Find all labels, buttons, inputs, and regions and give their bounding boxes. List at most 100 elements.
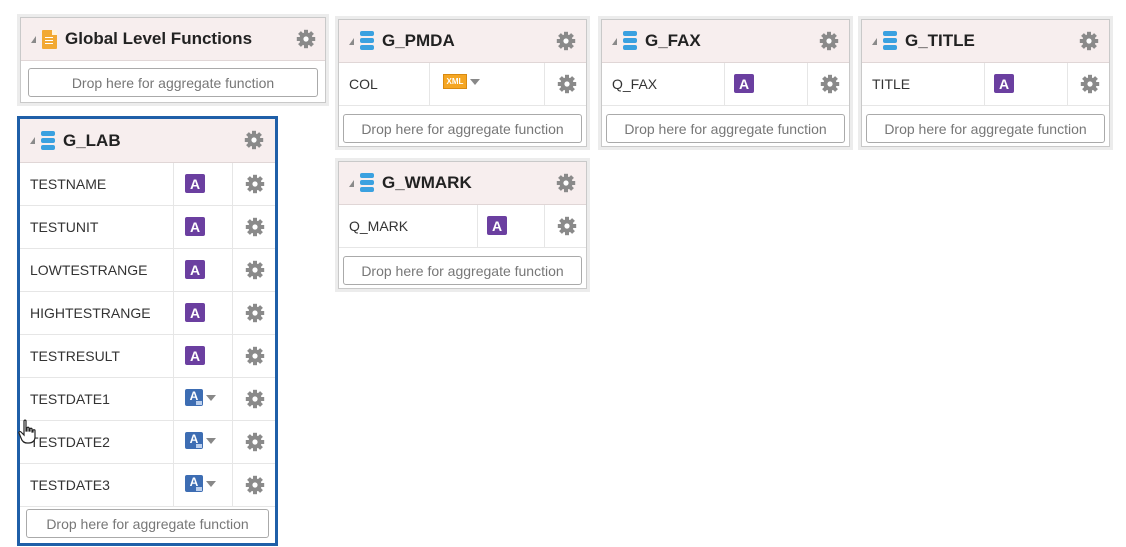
field-name: Q_FAX bbox=[612, 76, 658, 92]
global-level-functions-header[interactable]: Global Level Functions bbox=[21, 18, 325, 61]
gear-icon[interactable] bbox=[245, 174, 265, 194]
chevron-down-icon[interactable] bbox=[206, 394, 216, 401]
g-title-header[interactable]: G_TITLE bbox=[862, 20, 1109, 63]
g-pmda-group[interactable]: G_PMDA COL XML Drop here for aggregate fu… bbox=[338, 19, 587, 147]
field-type-slot[interactable]: A bbox=[185, 475, 216, 492]
chevron-down-icon[interactable] bbox=[470, 78, 480, 85]
field-type-slot[interactable]: A bbox=[185, 217, 205, 236]
field-row[interactable]: LOWTESTRANGE A bbox=[20, 249, 275, 292]
gear-icon[interactable] bbox=[819, 31, 839, 51]
field-row[interactable]: TESTDATE2 A bbox=[20, 421, 275, 464]
gear-icon[interactable] bbox=[245, 432, 265, 452]
g-wmark-group[interactable]: G_WMARK Q_MARK A Drop here for aggregate … bbox=[338, 161, 587, 289]
field-type-slot[interactable]: A bbox=[487, 216, 507, 235]
aggregate-drop-zone[interactable]: Drop here for aggregate function bbox=[866, 114, 1105, 143]
date-type-dropdown[interactable]: A bbox=[185, 432, 216, 449]
collapse-triangle-icon[interactable] bbox=[872, 37, 877, 45]
gear-icon[interactable] bbox=[245, 346, 265, 366]
collapse-triangle-icon[interactable] bbox=[349, 37, 354, 45]
attribute-type-icon: A bbox=[734, 74, 754, 93]
gear-icon[interactable] bbox=[1079, 31, 1099, 51]
gear-icon[interactable] bbox=[1080, 74, 1100, 94]
field-row[interactable]: TESTRESULT A bbox=[20, 335, 275, 378]
gear-icon[interactable] bbox=[245, 260, 265, 280]
field-row[interactable]: TITLE A bbox=[862, 63, 1109, 106]
g-pmda-header[interactable]: G_PMDA bbox=[339, 20, 586, 63]
column-divider bbox=[173, 249, 174, 291]
xml-type-dropdown[interactable]: XML bbox=[443, 74, 480, 89]
field-type-slot[interactable]: XML bbox=[443, 74, 480, 89]
field-name: TITLE bbox=[872, 76, 911, 92]
date-type-icon: A bbox=[185, 389, 203, 406]
field-name: COL bbox=[349, 76, 378, 92]
g-fax-header[interactable]: G_FAX bbox=[602, 20, 849, 63]
field-type-slot[interactable]: A bbox=[994, 74, 1014, 93]
field-type-slot[interactable]: A bbox=[185, 303, 205, 322]
field-row[interactable]: TESTUNIT A bbox=[20, 206, 275, 249]
group-title: G_PMDA bbox=[382, 31, 455, 50]
field-row[interactable]: TESTNAME A bbox=[20, 163, 275, 206]
gear-icon[interactable] bbox=[245, 475, 265, 495]
aggregate-drop-zone[interactable]: Drop here for aggregate function bbox=[606, 114, 845, 143]
global-level-functions-panel: Global Level Functions Drop here for agg… bbox=[20, 17, 326, 103]
column-divider bbox=[232, 249, 233, 291]
field-type-slot[interactable]: A bbox=[185, 346, 205, 365]
chevron-down-icon[interactable] bbox=[206, 480, 216, 487]
g-wmark-header[interactable]: G_WMARK bbox=[339, 162, 586, 205]
field-type-slot[interactable]: A bbox=[185, 432, 216, 449]
field-row[interactable]: Q_FAX A bbox=[602, 63, 849, 106]
column-divider bbox=[173, 335, 174, 377]
collapse-triangle-icon[interactable] bbox=[31, 35, 36, 43]
date-type-dropdown[interactable]: A bbox=[185, 475, 216, 492]
aggregate-drop-zone[interactable]: Drop here for aggregate function bbox=[28, 68, 318, 97]
field-row[interactable]: HIGHTESTRANGE A bbox=[20, 292, 275, 335]
g-lab-header[interactable]: G_LAB bbox=[20, 119, 275, 163]
gear-icon[interactable] bbox=[556, 31, 576, 51]
g-lab-group[interactable]: G_LAB TESTNAME A TESTUNIT A LOWTESTRANGE A HIG… bbox=[17, 116, 278, 546]
date-type-dropdown[interactable]: A bbox=[185, 389, 216, 406]
gear-icon[interactable] bbox=[556, 173, 576, 193]
column-divider bbox=[232, 163, 233, 205]
aggregate-drop-zone[interactable]: Drop here for aggregate function bbox=[343, 114, 582, 143]
column-divider bbox=[429, 63, 430, 105]
gear-icon[interactable] bbox=[245, 303, 265, 323]
hand-cursor-icon bbox=[18, 419, 36, 444]
g-title-group[interactable]: G_TITLE TITLE A Drop here for aggregate f… bbox=[861, 19, 1110, 147]
attribute-type-icon: A bbox=[185, 346, 205, 365]
aggregate-drop-zone[interactable]: Drop here for aggregate function bbox=[26, 509, 269, 538]
gear-icon[interactable] bbox=[244, 130, 264, 150]
field-type-slot[interactable]: A bbox=[734, 74, 754, 93]
attribute-type-icon: A bbox=[994, 74, 1014, 93]
group-title: G_WMARK bbox=[382, 173, 472, 192]
field-type-slot[interactable]: A bbox=[185, 174, 205, 193]
gear-icon[interactable] bbox=[245, 389, 265, 409]
chevron-down-icon[interactable] bbox=[206, 437, 216, 444]
collapse-triangle-icon[interactable] bbox=[30, 137, 35, 144]
field-name: TESTNAME bbox=[30, 176, 107, 192]
field-name: TESTDATE2 bbox=[30, 434, 110, 450]
aggregate-drop-zone[interactable]: Drop here for aggregate function bbox=[343, 256, 582, 285]
column-divider bbox=[173, 464, 174, 506]
document-icon bbox=[42, 29, 57, 49]
group-title: G_LAB bbox=[63, 130, 121, 150]
gear-icon[interactable] bbox=[820, 74, 840, 94]
gear-icon[interactable] bbox=[245, 217, 265, 237]
gear-icon[interactable] bbox=[296, 29, 316, 49]
field-row[interactable]: Q_MARK A bbox=[339, 205, 586, 248]
column-divider bbox=[807, 63, 808, 105]
field-name: TESTDATE3 bbox=[30, 477, 110, 493]
gear-icon[interactable] bbox=[557, 216, 577, 236]
field-row[interactable]: COL XML bbox=[339, 63, 586, 106]
column-divider bbox=[984, 63, 985, 105]
field-row[interactable]: TESTDATE1 A bbox=[20, 378, 275, 421]
collapse-triangle-icon[interactable] bbox=[349, 179, 354, 187]
field-type-slot[interactable]: A bbox=[185, 389, 216, 406]
gear-icon[interactable] bbox=[557, 74, 577, 94]
field-type-slot[interactable]: A bbox=[185, 260, 205, 279]
g-fax-group[interactable]: G_FAX Q_FAX A Drop here for aggregate fun… bbox=[601, 19, 850, 147]
collapse-triangle-icon[interactable] bbox=[612, 37, 617, 45]
column-divider bbox=[1067, 63, 1068, 105]
database-icon bbox=[41, 130, 55, 151]
field-row[interactable]: TESTDATE3 A bbox=[20, 464, 275, 507]
column-divider bbox=[173, 206, 174, 248]
